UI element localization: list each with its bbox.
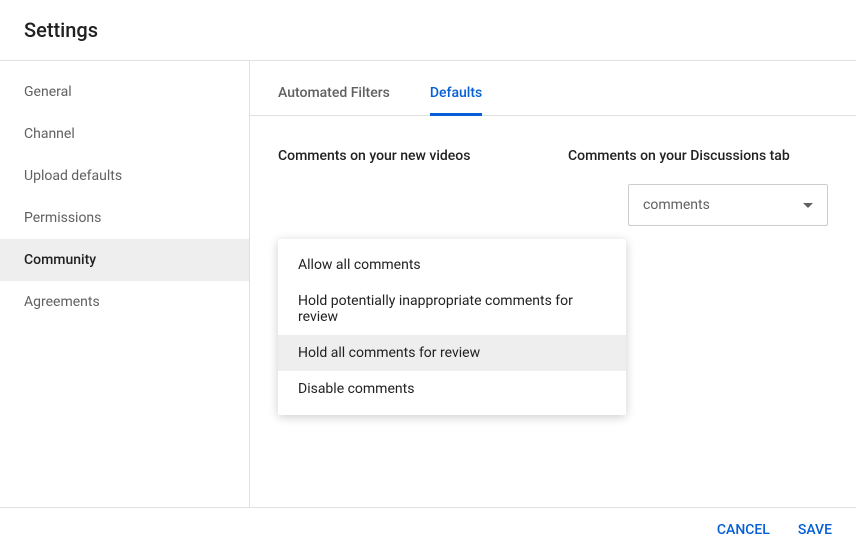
tab-automated-filters[interactable]: Automated Filters: [278, 85, 390, 115]
option-hold-all[interactable]: Hold all comments for review: [278, 335, 626, 371]
cancel-button[interactable]: CANCEL: [717, 522, 770, 538]
section-new-videos: Comments on your new videos: [278, 148, 538, 226]
section-title-new-videos: Comments on your new videos: [278, 148, 538, 164]
content-area: General Channel Upload defaults Permissi…: [0, 61, 856, 509]
option-disable[interactable]: Disable comments: [278, 371, 626, 407]
sidebar-item-permissions[interactable]: Permissions: [0, 197, 249, 239]
discussions-select[interactable]: comments: [628, 184, 828, 226]
page-title: Settings: [24, 18, 832, 42]
option-allow-all[interactable]: Allow all comments: [278, 247, 626, 283]
sidebar: General Channel Upload defaults Permissi…: [0, 61, 250, 509]
sidebar-item-upload-defaults[interactable]: Upload defaults: [0, 155, 249, 197]
sections: Comments on your new videos Comments on …: [250, 116, 856, 226]
section-discussions: Comments on your Discussions tab comment…: [568, 148, 828, 226]
option-hold-inappropriate[interactable]: Hold potentially inappropriate comments …: [278, 283, 626, 335]
footer: CANCEL SAVE: [0, 507, 856, 552]
sidebar-item-community[interactable]: Community: [0, 239, 249, 281]
sidebar-item-general[interactable]: General: [0, 71, 249, 113]
main-panel: Automated Filters Defaults Comments on y…: [250, 61, 856, 509]
chevron-down-icon: [803, 203, 813, 208]
tabs: Automated Filters Defaults: [250, 61, 856, 116]
tab-defaults[interactable]: Defaults: [430, 85, 482, 115]
section-title-discussions: Comments on your Discussions tab: [568, 148, 828, 164]
sidebar-item-agreements[interactable]: Agreements: [0, 281, 249, 323]
header: Settings: [0, 0, 856, 60]
comments-dropdown-menu: Allow all comments Hold potentially inap…: [278, 239, 626, 415]
save-button[interactable]: SAVE: [798, 522, 832, 538]
sidebar-item-channel[interactable]: Channel: [0, 113, 249, 155]
discussions-select-value: comments: [643, 197, 710, 213]
